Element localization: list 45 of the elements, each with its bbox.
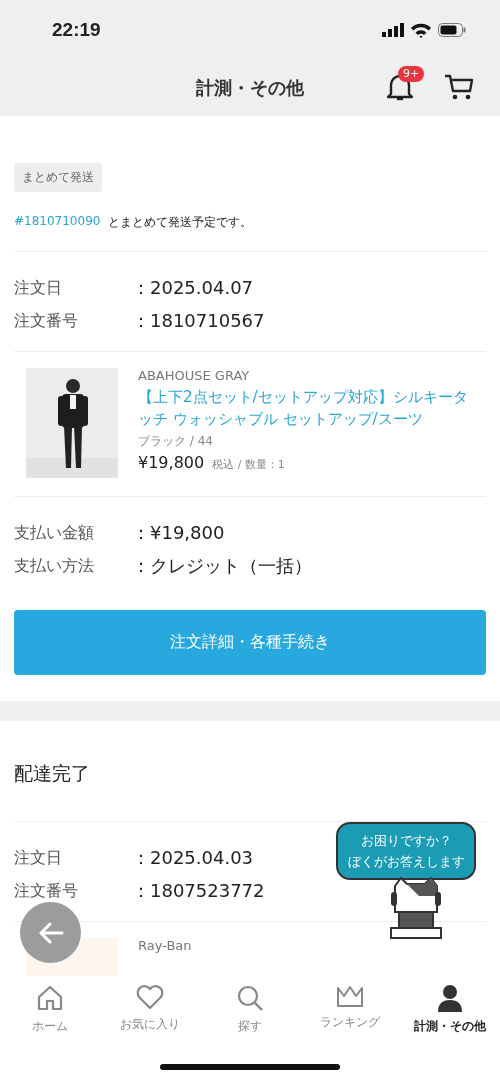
info-label: 注文日 <box>14 847 63 869</box>
notification-badge: 9+ <box>398 66 425 82</box>
payment-label: 支払い金額 <box>14 522 95 544</box>
order-link[interactable]: #1810710090 <box>14 214 101 231</box>
cart-icon[interactable] <box>444 73 474 101</box>
person-icon <box>437 984 463 1012</box>
crown-icon <box>335 984 365 1008</box>
bubble-text: ぼくがお答えします <box>347 852 465 871</box>
tab-bar-item[interactable]: 探す <box>200 976 300 1041</box>
info-value: ：2025.04.03 <box>132 846 254 870</box>
payment-value: ：クレジット（一括） <box>132 554 312 578</box>
wifi-icon <box>411 22 431 38</box>
tab-bar-item[interactable]: 計測・その他 <box>400 976 500 1041</box>
info-value: ：1807523772 <box>132 879 265 903</box>
home-icon <box>36 984 64 1012</box>
product-price: ¥19,800 <box>138 453 205 472</box>
battery-icon <box>438 23 466 37</box>
info-value: ：1810710567 <box>132 309 265 333</box>
payment-label: 支払い方法 <box>14 555 95 577</box>
price-note: 税込 / 数量：1 <box>212 457 285 472</box>
product-brand: ABAHOUSE GRAY <box>138 368 251 383</box>
tab-bar-item[interactable]: お気に入り <box>100 976 200 1041</box>
back-button[interactable] <box>20 902 81 963</box>
info-label: 注文番号 <box>14 880 79 902</box>
bubble-text: お困りですか？ <box>360 831 452 850</box>
tab-bar-item[interactable]: ホーム <box>0 976 100 1041</box>
product-name-link[interactable]: 【上下2点セット/セットアップ対応】シルキータッチ ウォッシャブル セットアップ/スーツ <box>138 386 474 430</box>
info-label: 注文日 <box>14 277 63 299</box>
info-value: ：2025.04.07 <box>132 276 254 300</box>
signal-icon <box>382 23 404 37</box>
payment-value: ：¥19,800 <box>132 521 225 545</box>
help-speech-bubble[interactable]: お困りですか？ ぼくがお答えします <box>336 822 476 880</box>
order-details-button[interactable]: 注文詳細・各種手続き <box>14 610 486 675</box>
search-icon <box>236 984 264 1012</box>
bundle-note: とまとめて発送予定です。 <box>108 214 253 231</box>
tab-bar-item[interactable]: ランキング <box>300 976 400 1041</box>
back-arrow-icon <box>37 921 64 944</box>
product-variant: ブラック / 44 <box>138 433 214 450</box>
status-time: 22:19 <box>52 19 101 41</box>
delivery-status: 配達完了 <box>14 761 91 786</box>
page-title: 計測・その他 <box>196 76 304 100</box>
heart-icon <box>136 984 164 1010</box>
info-label: 注文番号 <box>14 310 79 332</box>
product-brand: Ray-Ban <box>138 938 192 953</box>
bundle-shipping-tag: まとめて発送 <box>14 163 102 192</box>
